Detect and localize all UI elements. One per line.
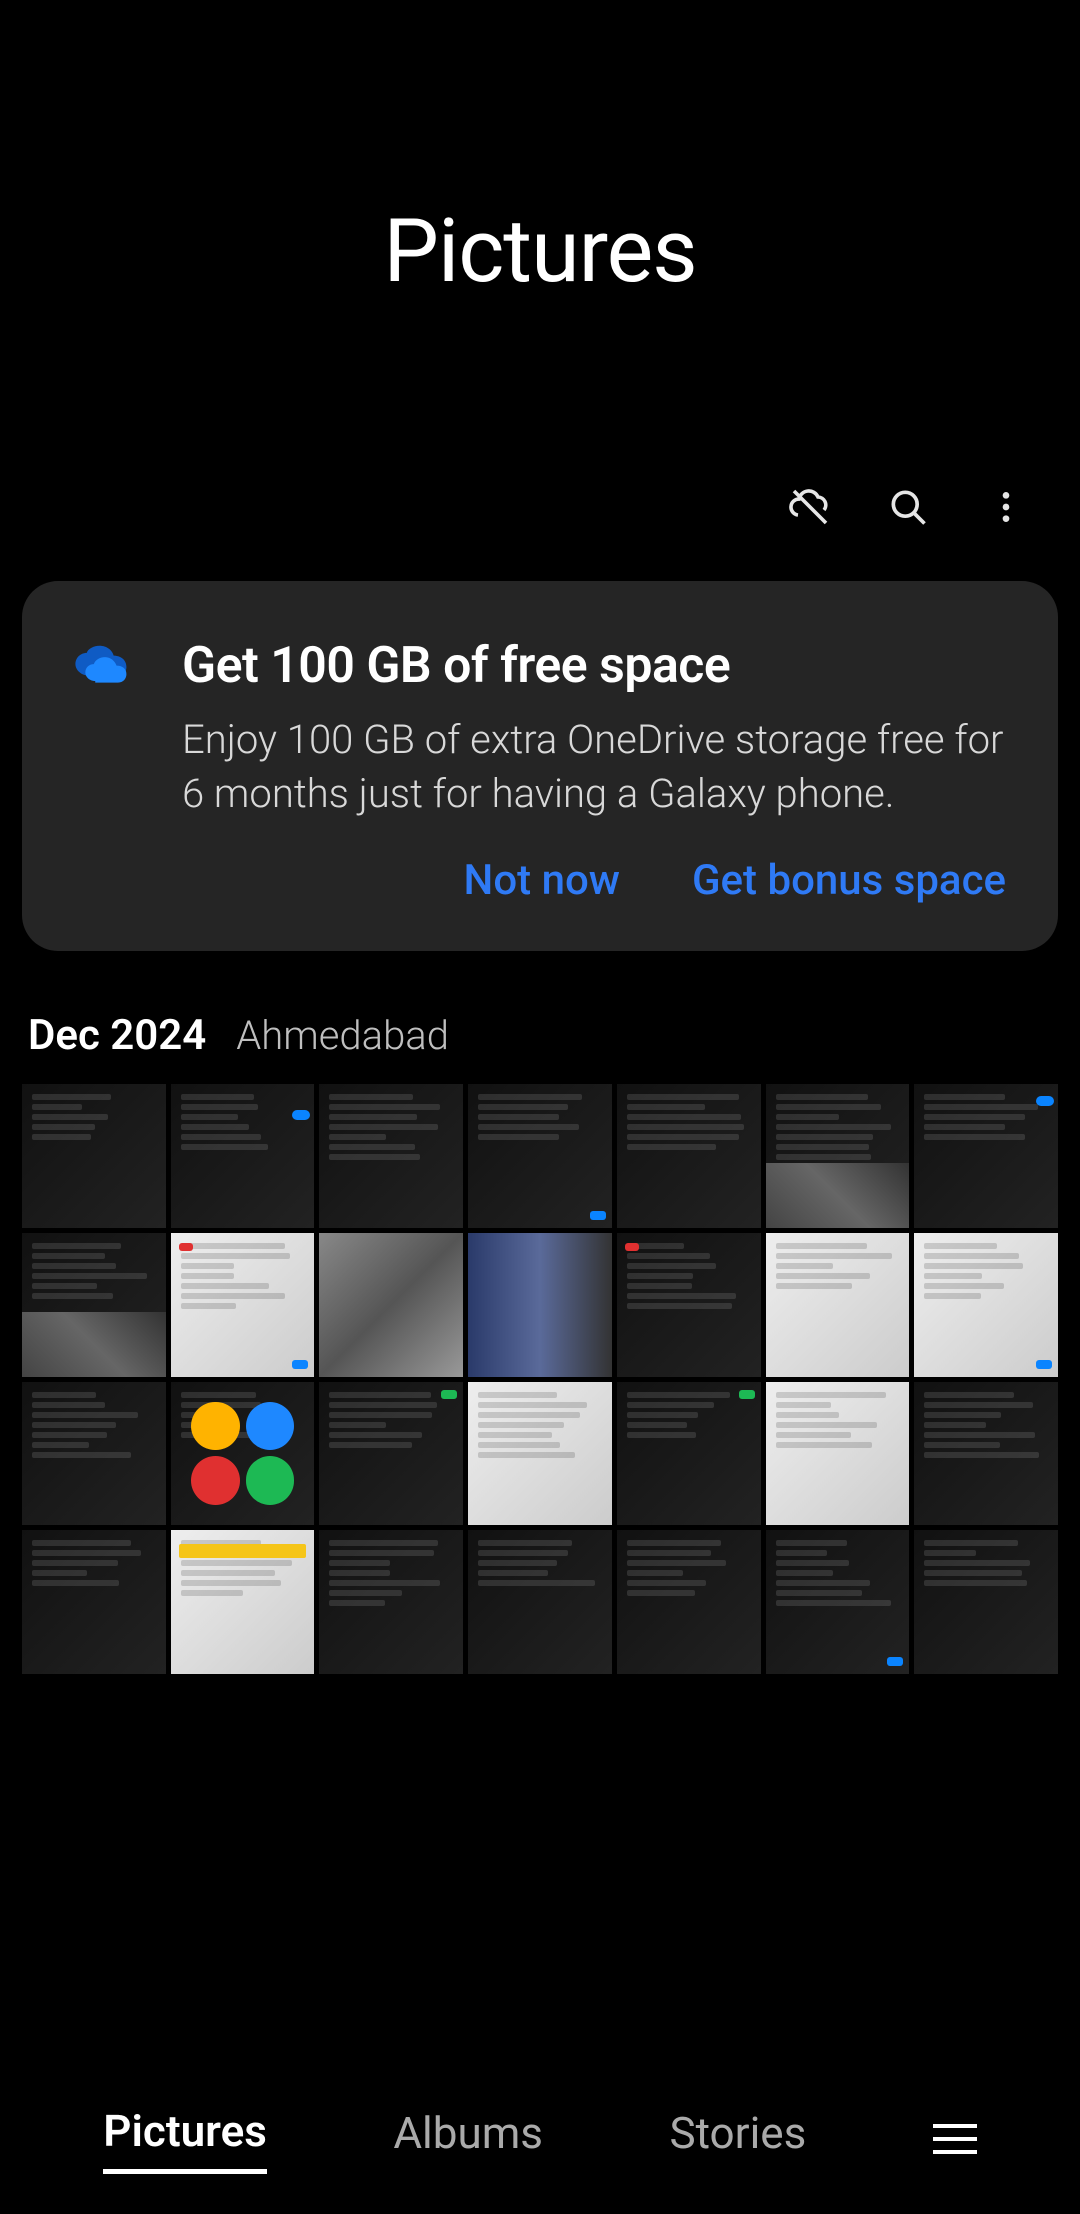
photo-thumbnail[interactable] (22, 1084, 166, 1228)
photo-thumbnail[interactable] (468, 1233, 612, 1377)
photo-thumbnail[interactable] (171, 1084, 315, 1228)
photo-thumbnail[interactable] (22, 1530, 166, 1674)
photo-thumbnail[interactable] (22, 1382, 166, 1526)
photo-thumbnail[interactable] (617, 1084, 761, 1228)
nav-pictures[interactable]: Pictures (103, 2105, 267, 2174)
promo-title: Get 100 GB of free space (182, 637, 1006, 695)
photo-thumbnail[interactable] (468, 1530, 612, 1674)
onedrive-promo-card: Get 100 GB of free space Enjoy 100 GB of… (22, 581, 1058, 951)
get-bonus-space-button[interactable]: Get bonus space (692, 856, 1006, 905)
photo-thumbnail[interactable] (617, 1530, 761, 1674)
photo-grid (0, 1084, 1080, 1674)
photo-thumbnail[interactable] (171, 1233, 315, 1377)
photo-thumbnail[interactable] (468, 1084, 612, 1228)
cloud-sync-off-icon[interactable] (786, 483, 834, 531)
photo-thumbnail[interactable] (914, 1084, 1058, 1228)
menu-icon[interactable] (933, 2124, 977, 2154)
search-icon[interactable] (884, 483, 932, 531)
nav-albums[interactable]: Albums (393, 2107, 543, 2171)
promo-description: Enjoy 100 GB of extra OneDrive storage f… (182, 713, 1006, 820)
not-now-button[interactable]: Not now (464, 856, 620, 905)
photo-thumbnail[interactable] (766, 1382, 910, 1526)
photo-thumbnail[interactable] (171, 1382, 315, 1526)
onedrive-icon (74, 643, 142, 691)
section-header: Dec 2024 Ahmedabad (0, 951, 1080, 1084)
photo-thumbnail[interactable] (617, 1382, 761, 1526)
photo-thumbnail[interactable] (766, 1530, 910, 1674)
promo-content: Get 100 GB of free space Enjoy 100 GB of… (182, 637, 1006, 905)
section-location[interactable]: Ahmedabad (236, 1012, 449, 1059)
photo-thumbnail[interactable] (468, 1382, 612, 1526)
section-date[interactable]: Dec 2024 (28, 1011, 206, 1060)
photo-thumbnail[interactable] (914, 1233, 1058, 1377)
photo-thumbnail[interactable] (766, 1084, 910, 1228)
photo-thumbnail[interactable] (617, 1233, 761, 1377)
photo-thumbnail[interactable] (22, 1233, 166, 1377)
photo-thumbnail[interactable] (766, 1233, 910, 1377)
nav-stories[interactable]: Stories (669, 2107, 806, 2171)
photo-thumbnail[interactable] (914, 1530, 1058, 1674)
promo-actions: Not now Get bonus space (182, 856, 1006, 905)
more-options-icon[interactable] (982, 483, 1030, 531)
photo-thumbnail[interactable] (319, 1530, 463, 1674)
page-title: Pictures (0, 0, 1080, 483)
action-bar (0, 483, 1080, 581)
bottom-nav: Pictures Albums Stories (0, 2064, 1080, 2214)
photo-thumbnail[interactable] (319, 1382, 463, 1526)
photo-thumbnail[interactable] (914, 1382, 1058, 1526)
photo-thumbnail[interactable] (319, 1084, 463, 1228)
photo-thumbnail[interactable] (319, 1233, 463, 1377)
photo-thumbnail[interactable] (171, 1530, 315, 1674)
